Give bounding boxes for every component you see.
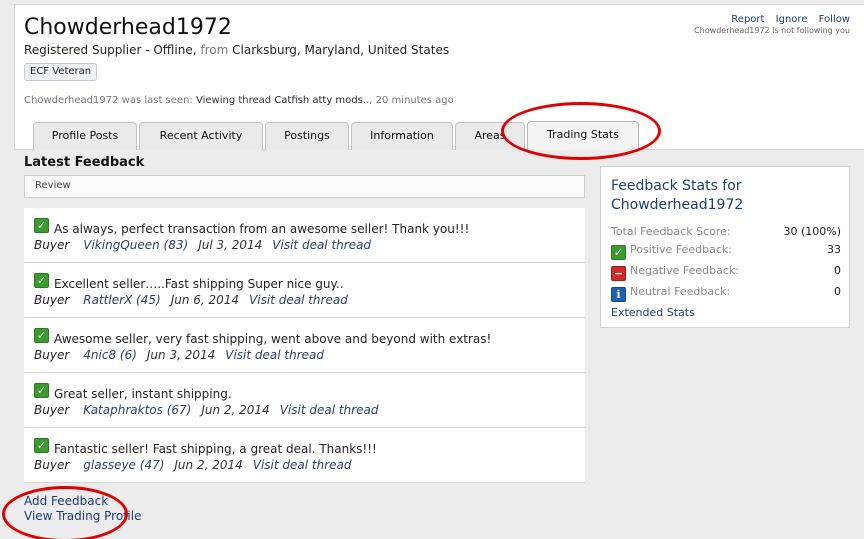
- report-link[interactable]: Report: [731, 14, 764, 25]
- feedback-meta: Buyer 4nic8 (6) Jun 3, 2014 Visit deal thre…: [34, 348, 324, 362]
- positive-check-icon: ✓: [34, 383, 49, 398]
- latest-feedback-title: Latest Feedback: [24, 155, 145, 170]
- negative-feedback-value: 0: [834, 264, 841, 277]
- tab-information[interactable]: Information: [351, 122, 453, 151]
- total-feedback-label: Total Feedback Score:: [611, 225, 731, 238]
- positive-check-icon: ✓: [34, 273, 49, 288]
- extended-stats-link[interactable]: Extended Stats: [611, 306, 695, 319]
- visit-deal-thread-link[interactable]: Visit deal thread: [272, 238, 371, 252]
- feedback-role: Buyer: [34, 238, 70, 252]
- feedback-meta: Buyer RattlerX (45) Jun 6, 2014 Visit deal …: [34, 293, 348, 307]
- feedback-item: ✓ Great seller, instant shipping. Buyer K…: [24, 373, 585, 428]
- feedback-item: ✓ Awesome seller, very fast shipping, we…: [24, 318, 585, 373]
- feedback-user-link[interactable]: 4nic8 (6): [83, 348, 137, 362]
- feedback-item: ✓ Excellent seller…..Fast shipping Super…: [24, 263, 585, 318]
- feedback-user-link[interactable]: Kataphraktos (67): [83, 403, 191, 417]
- ignore-link[interactable]: Ignore: [776, 14, 808, 25]
- profile-header: Chowderhead1972 Registered Supplier - Of…: [14, 4, 864, 152]
- profile-from-label: from: [200, 43, 229, 57]
- feedback-role: Buyer: [34, 458, 70, 472]
- feedback-user-link[interactable]: glasseye (47): [83, 458, 164, 472]
- neutral-feedback-value: 0: [834, 285, 841, 298]
- feedback-actions: Add Feedback View Trading Profile: [24, 494, 141, 524]
- feedback-meta: Buyer glasseye (47) Jun 2, 2014 Visit deal …: [34, 458, 352, 472]
- feedback-item: ✓ Fantastic seller! Fast shipping, a gre…: [24, 428, 585, 483]
- feedback-role: Buyer: [34, 293, 70, 307]
- feedback-date: Jun 2, 2014: [174, 458, 243, 472]
- tab-recent-activity[interactable]: Recent Activity: [139, 122, 263, 151]
- positive-check-icon: ✓: [611, 245, 626, 260]
- feedback-meta: Buyer VikingQueen (83) Jul 3, 2014 Visit de…: [34, 238, 371, 252]
- feedback-meta: Buyer Kataphraktos (67) Jun 2, 2014 Visit d…: [34, 403, 378, 417]
- visit-deal-thread-link[interactable]: Visit deal thread: [280, 403, 379, 417]
- user-title-badge: ECF Veteran: [24, 63, 98, 81]
- feedback-comment: Fantastic seller! Fast shipping, a great…: [54, 442, 377, 456]
- review-column-header: Review: [24, 175, 585, 198]
- positive-feedback-value: 33: [827, 243, 841, 256]
- feedback-comment: Excellent seller…..Fast shipping Super n…: [54, 277, 344, 291]
- tab-trading-stats[interactable]: Trading Stats: [527, 121, 639, 152]
- positive-feedback-label: Positive Feedback:: [630, 243, 732, 256]
- feedback-date: Jun 3, 2014: [146, 348, 216, 362]
- feedback-comment: Awesome seller, very fast shipping, went…: [54, 332, 492, 346]
- feedback-comment: Great seller, instant shipping.: [54, 387, 232, 401]
- follow-status: Chowderhead1972 is not following you: [694, 26, 850, 35]
- positive-check-icon: ✓: [34, 218, 49, 233]
- follow-link[interactable]: Follow: [819, 14, 850, 25]
- feedback-list: ✓ As always, perfect transaction from an…: [24, 208, 585, 483]
- visit-deal-thread-link[interactable]: Visit deal thread: [253, 458, 352, 472]
- feedback-date: Jun 6, 2014: [170, 293, 240, 307]
- tab-areas[interactable]: Areas: [455, 122, 525, 151]
- profile-role-status: Registered Supplier - Offline,: [24, 43, 197, 57]
- add-feedback-link[interactable]: Add Feedback: [24, 494, 141, 509]
- feedback-user-link[interactable]: VikingQueen (83): [83, 238, 188, 252]
- total-feedback-row: Total Feedback Score: 30 (100%): [611, 225, 841, 238]
- profile-user-info: Registered Supplier - Offline, from Clar…: [24, 43, 449, 57]
- positive-feedback-row: ✓ Positive Feedback: 33: [611, 243, 841, 260]
- feedback-role: Buyer: [34, 403, 70, 417]
- feedback-comment: As always, perfect transaction from an a…: [54, 222, 470, 236]
- feedback-stats-title: Feedback Stats for Chowderhead1972: [611, 178, 744, 213]
- feedback-role: Buyer: [34, 348, 70, 362]
- tab-postings[interactable]: Postings: [265, 122, 349, 151]
- feedback-stats-box: Feedback Stats for Chowderhead1972 Total…: [600, 166, 850, 328]
- negative-feedback-row: − Negative Feedback: 0: [611, 264, 841, 281]
- negative-feedback-label: Negative Feedback:: [630, 264, 739, 277]
- neutral-feedback-row: i Neutral Feedback: 0: [611, 285, 841, 302]
- positive-check-icon: ✓: [34, 438, 49, 453]
- neutral-info-icon: i: [611, 287, 626, 302]
- view-trading-profile-link[interactable]: View Trading Profile: [24, 509, 141, 524]
- feedback-user-link[interactable]: RattlerX (45): [83, 293, 160, 307]
- last-seen-activity: Viewing thread: [195, 95, 272, 106]
- profile-actions: Report Ignore Follow Chowderhead1972 is …: [694, 14, 850, 35]
- last-seen-line: Chowderhead1972 was last seen: Viewing t…: [24, 95, 454, 106]
- profile-username: Chowderhead1972: [24, 15, 232, 40]
- visit-deal-thread-link[interactable]: Visit deal thread: [249, 293, 348, 307]
- feedback-item: ✓ As always, perfect transaction from an…: [24, 208, 585, 263]
- last-seen-thread-link[interactable]: Catfish atty mods..: [274, 95, 369, 106]
- last-seen-prefix: Chowderhead1972 was last seen:: [24, 95, 193, 106]
- last-seen-time: , 20 minutes ago: [369, 95, 454, 106]
- feedback-date: Jun 2, 2014: [201, 403, 270, 417]
- negative-minus-icon: −: [611, 266, 626, 281]
- profile-location: Clarksburg, Maryland, United States: [232, 43, 450, 57]
- total-feedback-value: 30 (100%): [783, 225, 841, 238]
- feedback-date: Jul 3, 2014: [198, 238, 263, 252]
- positive-check-icon: ✓: [34, 328, 49, 343]
- tab-profile-posts[interactable]: Profile Posts: [33, 122, 137, 151]
- visit-deal-thread-link[interactable]: Visit deal thread: [225, 348, 324, 362]
- neutral-feedback-label: Neutral Feedback:: [630, 285, 731, 298]
